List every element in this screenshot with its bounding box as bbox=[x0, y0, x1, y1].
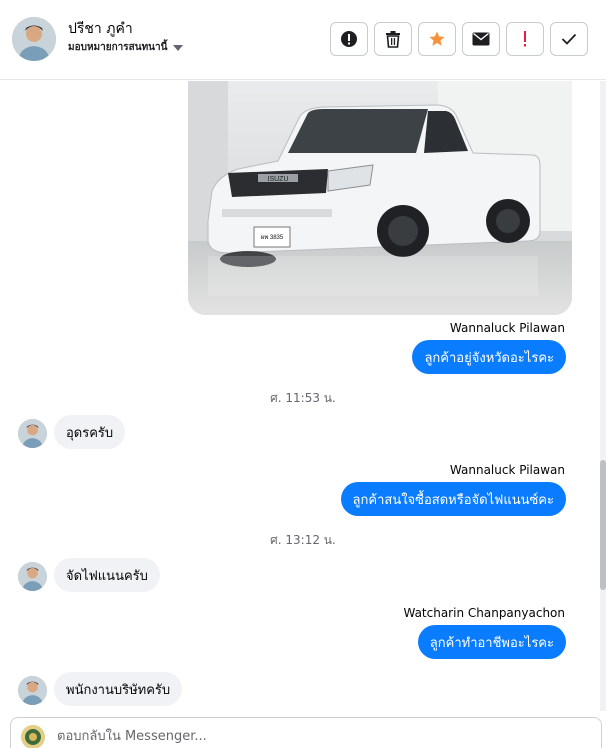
star-icon bbox=[429, 31, 445, 46]
contact-name[interactable]: ปรีชา ภูคำ bbox=[68, 18, 133, 40]
reply-input[interactable] bbox=[57, 725, 577, 747]
mark-done-button[interactable] bbox=[550, 22, 588, 56]
trash-icon bbox=[386, 31, 400, 48]
follow-up-button[interactable] bbox=[506, 22, 544, 56]
exclamation-icon bbox=[524, 31, 526, 47]
header-actions bbox=[330, 22, 588, 56]
message-thread[interactable]: ISUZU ผพ 3835 Wannaluck Pilawan ลูกค้าอย… bbox=[0, 81, 600, 711]
sender-name: Watcharin Chanpanyachon bbox=[403, 606, 565, 620]
assign-conversation-dropdown[interactable]: มอบหมายการสนทนานี้ bbox=[68, 40, 184, 55]
incoming-message[interactable]: อุดรครับ bbox=[54, 415, 126, 449]
envelope-icon bbox=[472, 32, 490, 46]
contact-avatar-small[interactable] bbox=[18, 562, 47, 591]
spam-button[interactable] bbox=[330, 22, 368, 56]
outgoing-message[interactable]: ลูกค้าสนใจซื้อสดหรือจัดไฟแนนซ์คะ bbox=[340, 482, 566, 516]
mark-unread-button[interactable] bbox=[462, 22, 500, 56]
delete-button[interactable] bbox=[374, 22, 412, 56]
outgoing-message[interactable]: ลูกค้าอยู่จังหวัดอะไรคะ bbox=[412, 340, 566, 374]
svg-text:ผพ 3835: ผพ 3835 bbox=[261, 234, 284, 241]
contact-avatar-small[interactable] bbox=[18, 419, 47, 448]
outgoing-message[interactable]: ลูกค้าทำอาชีพอะไรคะ bbox=[417, 625, 566, 659]
message-timestamp: ศ. 11:53 น. bbox=[270, 391, 336, 405]
scrollbar-thumb[interactable] bbox=[600, 460, 606, 590]
reply-composer bbox=[10, 717, 602, 748]
thread-scrollbar[interactable] bbox=[600, 81, 606, 711]
contact-avatar[interactable] bbox=[12, 17, 56, 61]
assign-label: มอบหมายการสนทนานี้ bbox=[68, 42, 168, 53]
message-timestamp: ศ. 13:12 น. bbox=[270, 533, 336, 547]
star-button[interactable] bbox=[418, 22, 456, 56]
caret-down-icon bbox=[173, 44, 184, 51]
incoming-message[interactable]: พนักงานบริษัทครับ bbox=[54, 672, 183, 706]
svg-text:ISUZU: ISUZU bbox=[268, 176, 289, 183]
sender-name: Wannaluck Pilawan bbox=[449, 463, 565, 477]
sender-name: Wannaluck Pilawan bbox=[449, 321, 565, 335]
check-icon bbox=[561, 33, 577, 45]
page-avatar-icon bbox=[21, 725, 45, 748]
message-image-attachment[interactable]: ISUZU ผพ 3835 bbox=[188, 81, 572, 315]
contact-avatar-small[interactable] bbox=[18, 676, 47, 705]
incoming-message[interactable]: จัดไฟแนนครับ bbox=[54, 558, 160, 592]
conversation-header: ปรีชา ภูคำ มอบหมายการสนทนานี้ bbox=[0, 0, 606, 80]
alert-circle-icon bbox=[341, 31, 357, 47]
car-photo: ISUZU ผพ 3835 bbox=[188, 81, 572, 315]
